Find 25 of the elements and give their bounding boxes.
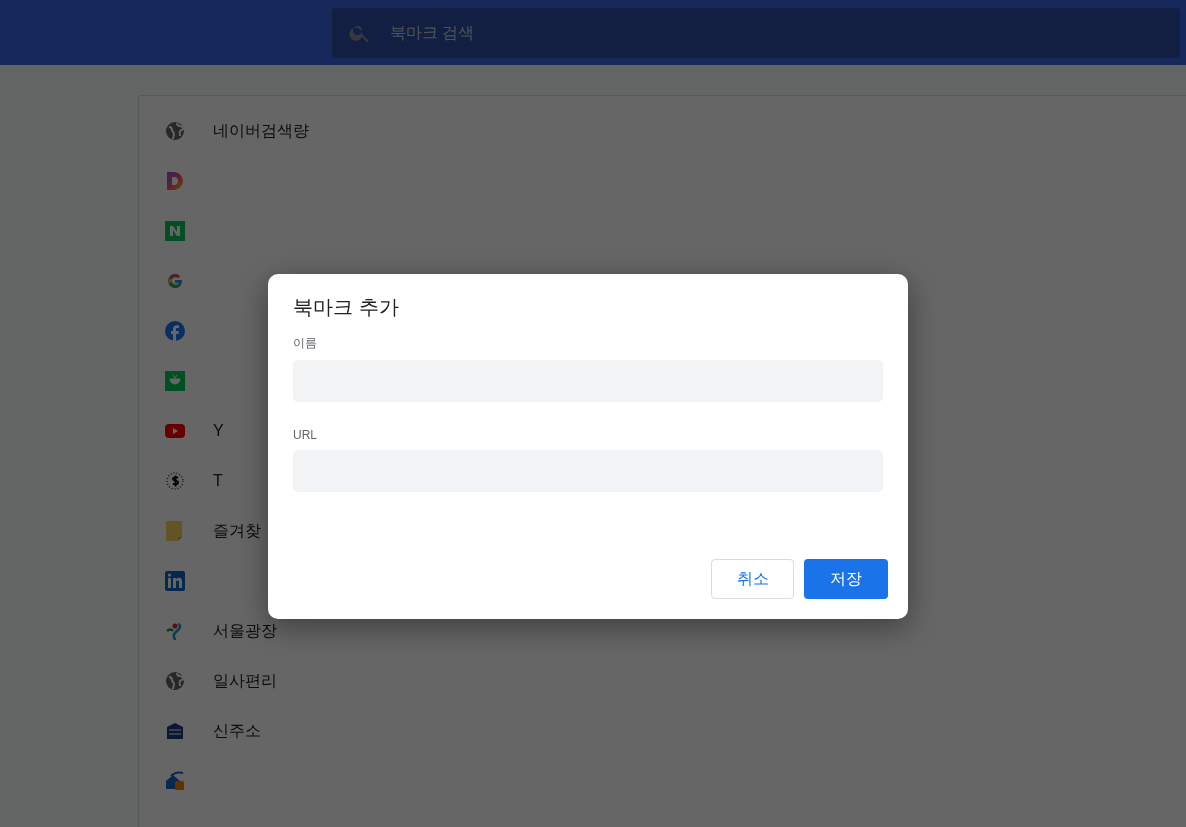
- dollar-icon: [165, 471, 185, 491]
- bookmark-title[interactable]: 일사편리: [213, 670, 277, 692]
- globe-icon: [165, 121, 185, 141]
- n-logo-icon: [165, 221, 185, 241]
- bookmark-title[interactable]: 즐겨찾: [213, 520, 261, 542]
- building-icon: [165, 721, 185, 741]
- f-logo-icon: [165, 321, 185, 341]
- bookmark-title[interactable]: Y: [213, 422, 224, 440]
- bookmark-title[interactable]: 신주소: [213, 720, 261, 742]
- dialog-title: 북마크 추가: [293, 295, 399, 320]
- save-button[interactable]: 저장: [804, 559, 888, 599]
- cancel-button[interactable]: 취소: [711, 559, 794, 599]
- house-icon: [165, 771, 185, 791]
- g-logo-icon: [165, 271, 185, 291]
- bookmark-title[interactable]: T: [213, 472, 223, 490]
- notepad-icon: [165, 521, 185, 541]
- field-label: URL: [293, 428, 317, 442]
- bookmark-title[interactable]: 네이버검색량: [213, 120, 309, 142]
- linkedin-icon: [165, 571, 185, 591]
- field-label: 이름: [293, 335, 317, 352]
- letter-d-icon: [165, 171, 185, 191]
- bookmark-title[interactable]: 서울광장: [213, 620, 277, 642]
- play-button-icon: [165, 421, 185, 441]
- cup-icon: [165, 371, 185, 391]
- globe-icon: [165, 671, 185, 691]
